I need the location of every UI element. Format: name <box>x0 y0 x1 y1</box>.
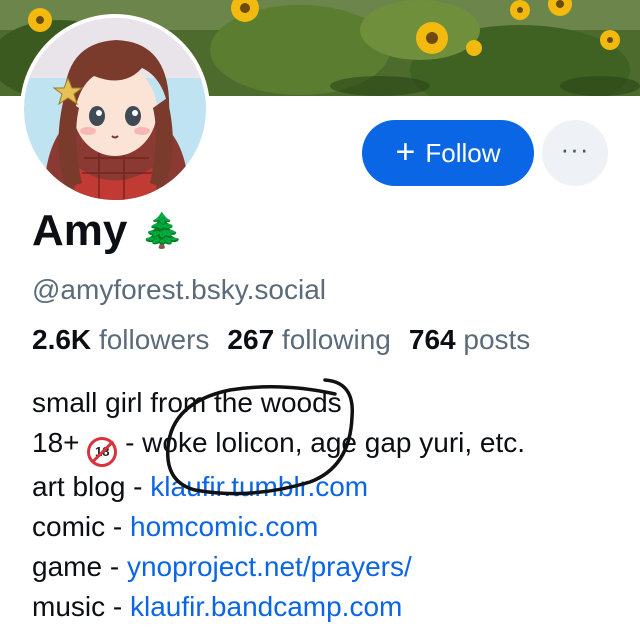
no-under-18-icon: 18 <box>87 437 118 467</box>
game-link[interactable]: ynoproject.net/prayers/ <box>127 551 412 582</box>
profile-handle: @amyforest.bsky.social <box>32 274 326 305</box>
music-link[interactable]: klaufir.bandcamp.com <box>130 591 402 622</box>
posts-label: posts <box>463 324 531 355</box>
bio-line: small girl from the woods <box>32 387 342 418</box>
profile-bio: small girl from the woods 18+ 18 - woke … <box>32 383 525 627</box>
art-blog-link[interactable]: klaufir.tumblr.com <box>150 471 368 502</box>
following-stat[interactable]: 267 following <box>227 324 390 356</box>
bio-line: game - ynoproject.net/prayers/ <box>32 551 412 582</box>
posts-stat: 764 posts <box>409 324 530 356</box>
display-name: Amy 🌲 <box>32 206 184 256</box>
more-options-button[interactable]: ··· <box>542 120 608 186</box>
followers-stat[interactable]: 2.6K followers <box>32 324 209 356</box>
following-label: following <box>281 324 391 355</box>
ellipsis-icon: ··· <box>560 134 590 164</box>
bio-line: 18+ 18 - woke lolicon, age gap yuri, etc… <box>32 423 525 467</box>
tree-emoji-icon: 🌲 <box>141 212 184 250</box>
follow-button[interactable]: + Follow <box>362 120 534 186</box>
followers-label: followers <box>98 324 210 355</box>
bio-line: music - klaufir.bandcamp.com <box>32 591 403 622</box>
comic-link[interactable]: homcomic.com <box>130 511 318 542</box>
plus-icon: + <box>395 132 416 171</box>
following-count: 267 <box>227 324 275 355</box>
profile-stats: 2.6K followers 267 following 764 posts <box>32 324 530 356</box>
follow-label: Follow <box>425 137 501 168</box>
anime-girl-avatar-icon <box>24 18 206 200</box>
bio-line: art blog - klaufir.tumblr.com <box>32 471 369 502</box>
posts-count: 764 <box>408 324 456 355</box>
followers-count: 2.6K <box>32 324 92 355</box>
avatar[interactable] <box>20 14 210 204</box>
display-name-text: Amy <box>32 206 128 255</box>
bio-line: comic - homcomic.com <box>32 511 319 542</box>
